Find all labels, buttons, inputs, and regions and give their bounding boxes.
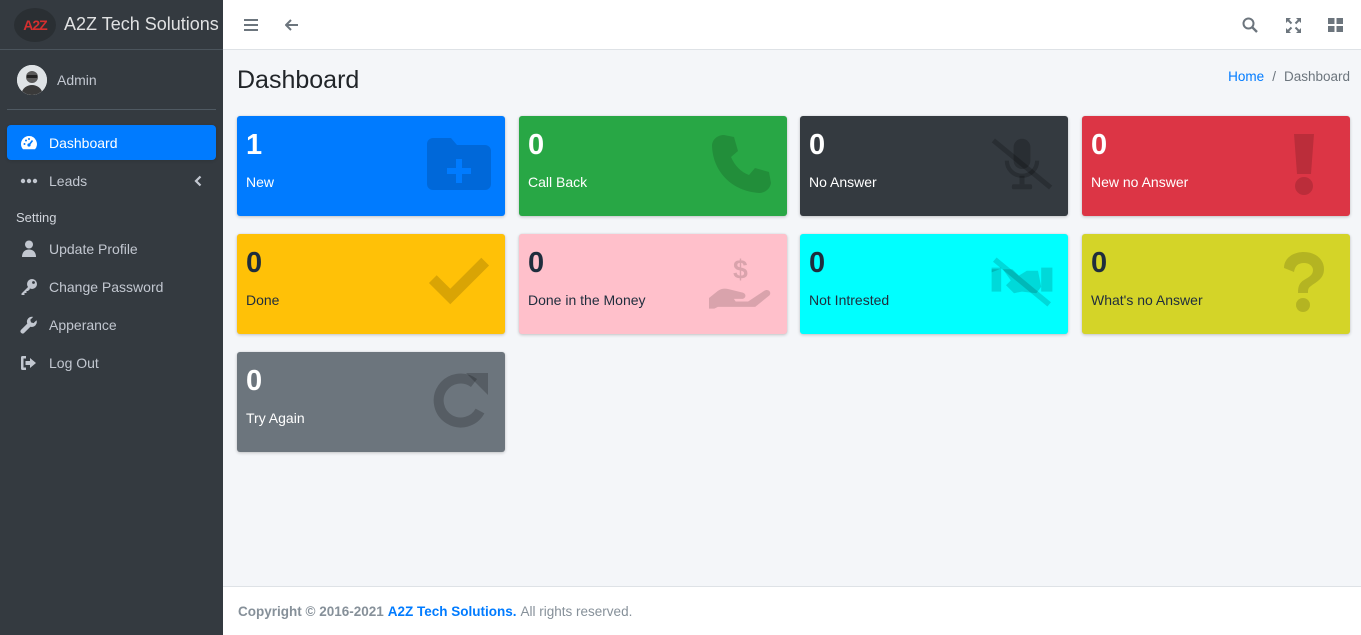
key-icon [17, 278, 41, 296]
info-box-whats-no-answer[interactable]: 0 What's no Answer [1082, 234, 1350, 334]
info-box-label: No Answer [809, 174, 877, 190]
brand-link[interactable]: A2Z A2Z Tech Solutions [0, 0, 223, 50]
sidebar-nav: Dashboard Leads Setting Update Profile C… [0, 125, 223, 380]
redo-icon [427, 368, 491, 432]
sidebar-item-change-password[interactable]: Change Password [7, 269, 216, 304]
sidebar-item-label: Apperance [49, 316, 117, 333]
exclamation-icon [1272, 132, 1336, 196]
footer-rights: All rights reserved. [520, 603, 633, 619]
info-box-count: 0 [1091, 247, 1108, 279]
info-box-label: Done [246, 292, 280, 308]
sidebar-item-label: Log Out [49, 354, 99, 371]
breadcrumb-home-link[interactable]: Home [1228, 69, 1264, 84]
menu-icon[interactable] [241, 15, 261, 35]
ellipsis-icon [17, 178, 41, 184]
sidebar-item-label: Dashboard [49, 134, 118, 151]
sidebar-item-dashboard[interactable]: Dashboard [7, 125, 216, 160]
top-navbar [223, 0, 1361, 50]
svg-text:$: $ [733, 254, 748, 284]
folder-plus-icon [427, 132, 491, 196]
info-box-try-again[interactable]: 0 Try Again [237, 352, 505, 452]
user-name[interactable]: Admin [57, 72, 97, 88]
wrench-icon [17, 316, 41, 334]
info-box-count: 0 [528, 247, 545, 279]
avatar [17, 64, 47, 95]
info-box-call-back[interactable]: 0 Call Back [519, 116, 787, 216]
phone-icon [709, 132, 773, 196]
main-footer: Copyright © 2016-2021 A2Z Tech Solutions… [223, 586, 1361, 635]
info-box-label: Call Back [528, 174, 588, 190]
info-box-done[interactable]: 0 Done [237, 234, 505, 334]
info-box-count: 1 [246, 129, 263, 161]
sidebar-item-apperance[interactable]: Apperance [7, 307, 216, 342]
info-box-count: 0 [809, 247, 826, 279]
sidebar-item-log-out[interactable]: Log Out [7, 345, 216, 380]
tachometer-icon [17, 134, 41, 152]
info-box-label: New [246, 174, 275, 190]
sidebar-item-label: Leads [49, 172, 88, 189]
grid-icon[interactable] [1325, 15, 1345, 35]
brand-logo: A2Z [14, 7, 56, 42]
info-box-count: 0 [809, 129, 826, 161]
footer-company-link[interactable]: A2Z Tech Solutions. [388, 604, 517, 619]
sidebar-item-update-profile[interactable]: Update Profile [7, 231, 216, 266]
fullscreen-icon[interactable] [1283, 15, 1303, 35]
page-title: Dashboard [237, 66, 360, 94]
handshake-slash-icon [990, 250, 1054, 314]
info-box-new-no-answer[interactable]: 0 New no Answer [1082, 116, 1350, 216]
info-box-label: Try Again [246, 410, 305, 426]
info-box-label: New no Answer [1091, 174, 1189, 190]
info-box-no-answer[interactable]: 0 No Answer [800, 116, 1068, 216]
info-box-count: 0 [246, 365, 263, 397]
breadcrumb-separator: / [1272, 69, 1276, 84]
sign-out-icon [17, 355, 41, 371]
sidebar-item-leads[interactable]: Leads [7, 163, 216, 198]
microphone-slash-icon [990, 132, 1054, 196]
sidebar-item-label: Update Profile [49, 240, 138, 257]
info-box-new[interactable]: 1 New [237, 116, 505, 216]
back-arrow-icon[interactable] [282, 15, 302, 35]
question-icon [1272, 250, 1336, 314]
chevron-left-icon [194, 174, 202, 190]
footer-copyright: Copyright © 2016-2021 [238, 603, 384, 619]
content-header: Dashboard Home / Dashboard [237, 60, 1350, 100]
info-box-label: What's no Answer [1091, 292, 1203, 308]
info-box-label: Done in the Money [528, 292, 646, 308]
main-sidebar: A2Z A2Z Tech Solutions Admin Dashboard L… [0, 0, 223, 635]
info-box-count: 0 [1091, 129, 1108, 161]
hand-holding-usd-icon: $ [709, 250, 773, 314]
brand-name: A2Z Tech Solutions [64, 14, 219, 34]
nav-header-setting: Setting [16, 209, 57, 225]
info-box-count: 0 [528, 129, 545, 161]
user-icon [17, 240, 41, 257]
info-box-not-intrested[interactable]: 0 Not Intrested [800, 234, 1068, 334]
info-box-label: Not Intrested [809, 292, 890, 308]
search-icon[interactable] [1240, 15, 1260, 35]
check-icon [427, 250, 491, 314]
user-panel[interactable]: Admin [7, 50, 216, 110]
info-box-count: 0 [246, 247, 263, 279]
breadcrumb-current: Dashboard [1283, 69, 1350, 84]
breadcrumb: Home / Dashboard [1228, 69, 1350, 84]
info-box-done-in-the-money[interactable]: 0 Done in the Money $ [519, 234, 787, 334]
sidebar-item-label: Change Password [49, 278, 164, 295]
